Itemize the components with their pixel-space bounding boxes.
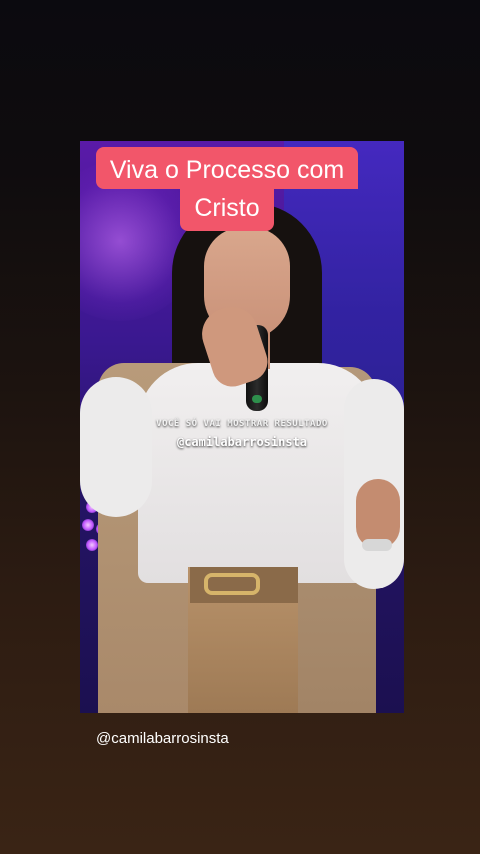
video-caption: VOCÊ SÓ VAI MOSTRAR RESULTADO bbox=[156, 419, 328, 429]
video-caption-overlay: VOCÊ SÓ VAI MOSTRAR RESULTADO @camilabar… bbox=[80, 419, 404, 449]
video-watermark: @camilabarrosinsta bbox=[176, 435, 308, 449]
bracelet bbox=[362, 539, 392, 551]
title-line-1: Viva o Processo com bbox=[95, 147, 359, 189]
belt-buckle bbox=[204, 573, 260, 595]
title-line-2: Cristo bbox=[180, 189, 274, 231]
title-sticker: Viva o Processo com Cristo bbox=[80, 147, 374, 231]
microphone-light bbox=[252, 395, 262, 403]
mention-sticker[interactable]: @camilabarrosinsta bbox=[96, 730, 229, 747]
